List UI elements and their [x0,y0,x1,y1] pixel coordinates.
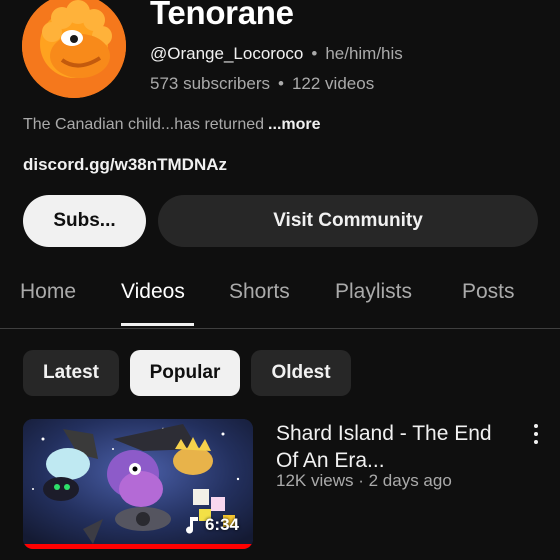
watch-progress-fill [23,544,253,549]
kebab-dot [534,440,538,444]
video-title[interactable]: Shard Island - The End Of An Era... [276,420,516,474]
handle-row: @Orange_Locoroco • he/him/his [150,44,403,64]
separator: • [311,44,318,63]
locoroco-avatar-icon [22,0,126,98]
tab-playlists[interactable]: Playlists [335,280,412,304]
kebab-dot [534,432,538,436]
tab-home[interactable]: Home [20,280,76,304]
visit-community-button[interactable]: Visit Community [158,195,538,247]
video-views: 12K views [276,471,354,490]
music-note-icon [185,517,198,534]
channel-pronouns: he/him/his [325,44,403,63]
channel-handle: @Orange_Locoroco [150,44,304,63]
subscribe-button[interactable]: Subs... [23,195,146,247]
tab-posts[interactable]: Posts [462,280,515,304]
channel-tabs: Home Videos Shorts Playlists Posts [0,268,560,329]
stats-row: 573 subscribers • 122 videos [150,74,374,94]
channel-name: Tenorane [150,0,294,31]
channel-description[interactable]: The Canadian child...has returned ...more [23,116,321,134]
more-link[interactable]: ...more [268,116,320,133]
channel-link[interactable]: discord.gg/w38nTMDNAz [23,155,227,175]
channel-avatar[interactable] [22,0,126,98]
separator: • [278,74,284,93]
video-thumbnail[interactable]: 6:34 [23,419,253,549]
duration-text: 6:34 [204,515,239,534]
watch-progress-bar [23,544,253,549]
video-meta: 12K views · 2 days ago [276,471,452,491]
tab-videos[interactable]: Videos [121,280,185,304]
video-duration: 6:34 [185,515,239,535]
active-tab-indicator [121,323,194,326]
subscriber-count: 573 subscribers [150,74,271,93]
video-age: 2 days ago [368,471,452,490]
separator: · [358,471,364,490]
filter-chip-popular[interactable]: Popular [130,350,240,396]
filter-chip-latest[interactable]: Latest [23,350,119,396]
description-text: The Canadian child...has returned [23,116,265,133]
filter-chip-oldest[interactable]: Oldest [251,350,351,396]
kebab-dot [534,424,538,428]
tab-shorts[interactable]: Shorts [229,280,290,304]
video-count: 122 videos [291,74,375,93]
more-options-icon[interactable] [528,422,544,446]
